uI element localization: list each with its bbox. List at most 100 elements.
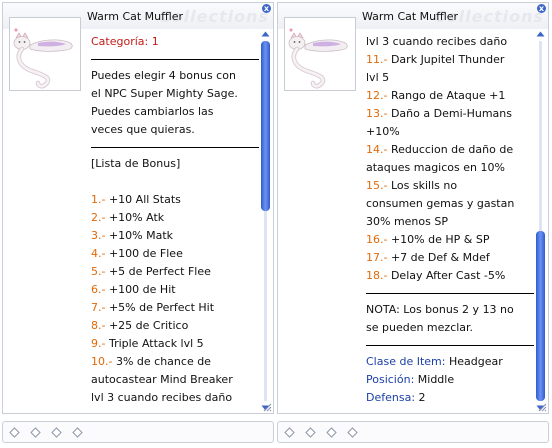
chevron-up-icon[interactable] [260,29,271,39]
line-text: +5 de Perfect Flee [105,265,211,278]
line-text: +10% Atk [105,211,165,224]
description-line: [Lista de Bonus] [91,155,259,173]
line-text: 3% de chance de [112,355,211,368]
description-line: lvl 3 cuando recibes daño [91,389,259,407]
card-slot-bar [2,421,274,443]
description-line: 18.- Delay After Cast -5% [366,267,534,285]
line-text: +5% de Perfect Hit [105,301,215,314]
line-text: +7 de Def & Mdef [387,251,490,264]
line-text: 30% menos SP [366,215,448,228]
item-description: Categoría: 1 Puedes elegir 4 bonus con el … [91,33,259,411]
bonus-number: 18.- [366,269,388,282]
description-line: 7.- +5% de Perfect Hit [91,299,259,317]
divider [91,147,259,148]
description-line: 16.- +10% de HP & SP [366,231,534,249]
description-line: 5.- +5 de Perfect Flee [91,263,259,281]
description-line: 2.- +10% Atk [91,209,259,227]
item-image [284,17,356,91]
vertical-scrollbar[interactable] [535,29,546,413]
line-text: ataques magicos en 10% [366,161,505,174]
line-text: Puedes elegir 4 bonus con [91,69,236,82]
bonus-number: 10.- [91,355,113,368]
close-icon[interactable]: x [537,4,546,13]
description-line: NOTA: Los bonus 2 y 13 no [366,301,534,319]
bonus-number: 13.- [366,107,388,120]
description-line: 17.- +7 de Def & Mdef [366,249,534,267]
description-line: 9.- Triple Attack lvl 5 [91,335,259,353]
diamond-slot-icon[interactable] [305,427,316,438]
property-key: Clase de Item: [366,355,446,368]
bonus-number: 3.- [91,229,106,242]
bonus-number: 6.- [91,283,106,296]
description-line: lvl 5 [366,69,534,87]
diamond-slot-icon[interactable] [284,427,295,438]
line-text: lvl 3 cuando recibes daño [366,35,508,48]
bonus-number: 11.- [366,53,388,66]
line-text: Rango de Ataque +1 [387,89,506,102]
item-image [9,17,81,91]
line-text: lvl 5 [366,71,390,84]
diamond-slot-icon[interactable] [347,427,358,438]
bonus-number: 7.- [91,301,106,314]
line-text: se pueden mezclar. [366,321,474,334]
resize-grip-icon[interactable] [262,402,272,412]
line-text: +10% de HP & SP [387,233,490,246]
vertical-scrollbar[interactable] [260,29,271,413]
line-text: veces que quieras. [91,123,195,136]
bonus-number: 16.- [366,233,388,246]
diamond-slot-icon[interactable] [326,427,337,438]
bonus-number: 15.- [366,179,388,192]
line-text: NOTA: Los bonus 2 y 13 no [366,303,514,316]
description-line: Puedes cambiarlos las [91,103,259,121]
diamond-slot-icon[interactable] [9,427,20,438]
scrollbar-thumb[interactable] [261,41,270,211]
description-line: 30% menos SP [366,213,534,231]
property-value: Middle [414,373,455,386]
line-text: +10% [366,125,400,138]
description-line: 8.- +25 de Critico [91,317,259,335]
item-description: lvl 3 cuando recibes daño 11.- Dark Jupit… [366,33,534,411]
diamond-slot-icon[interactable] [51,427,62,438]
close-icon[interactable]: x [262,4,271,13]
description-line: autocastear Mind Breaker [91,371,259,389]
divider [366,345,534,346]
divider [366,293,534,294]
description-line: ataques magicos en 10% [366,159,534,177]
scrollbar-thumb[interactable] [536,231,545,401]
description-line: el NPC Super Mighty Sage. [91,85,259,103]
description-line [91,173,259,191]
description-line: Clase de Item: Headgear [366,353,534,371]
property-value: 2 [415,391,426,404]
bonus-number: 14.- [366,143,388,156]
window-title: Warm Cat Muffler [362,10,459,23]
bonus-number: 4.- [91,247,106,260]
line-text: el NPC Super Mighty Sage. [91,87,238,100]
description-line: consumen gemas y gastan [366,195,534,213]
cat-muffler-icon [13,28,73,89]
line-text: consumen gemas y gastan [366,197,515,210]
category-label: Categoría: 1 [91,35,159,48]
diamond-slot-icon[interactable] [72,427,83,438]
diamond-slot-icon[interactable] [30,427,41,438]
window-title: Warm Cat Muffler [87,10,184,23]
description-line: lvl 3 cuando recibes daño [366,33,534,51]
line-text: +100 de Hit [105,283,176,296]
divider [91,59,259,60]
description-line: 10.- 3% de chance de [91,353,259,371]
resize-grip-icon[interactable] [537,402,547,412]
description-line: 15.- Los skills no [366,177,534,195]
card-slot-bar [277,421,549,443]
line-text: Dark Jupitel Thunder [387,53,505,66]
description-line: +10% [366,123,534,141]
line-text: +25 de Critico [105,319,189,332]
property-key: Posición: [366,373,415,386]
bonus-number: 2.- [91,211,106,224]
bonus-number: 5.- [91,265,106,278]
bonus-number: 1.- [91,193,106,206]
item-window-right: Collections Warm Cat Muffler x lvl 3 cua… [277,2,549,414]
description-line: 12.- Rango de Ataque +1 [366,87,534,105]
description-line: Defensa: 2 [366,389,534,407]
chevron-up-icon[interactable] [535,29,546,39]
line-text: autocastear Mind Breaker [91,373,233,386]
description-line: 6.- +100 de Hit [91,281,259,299]
